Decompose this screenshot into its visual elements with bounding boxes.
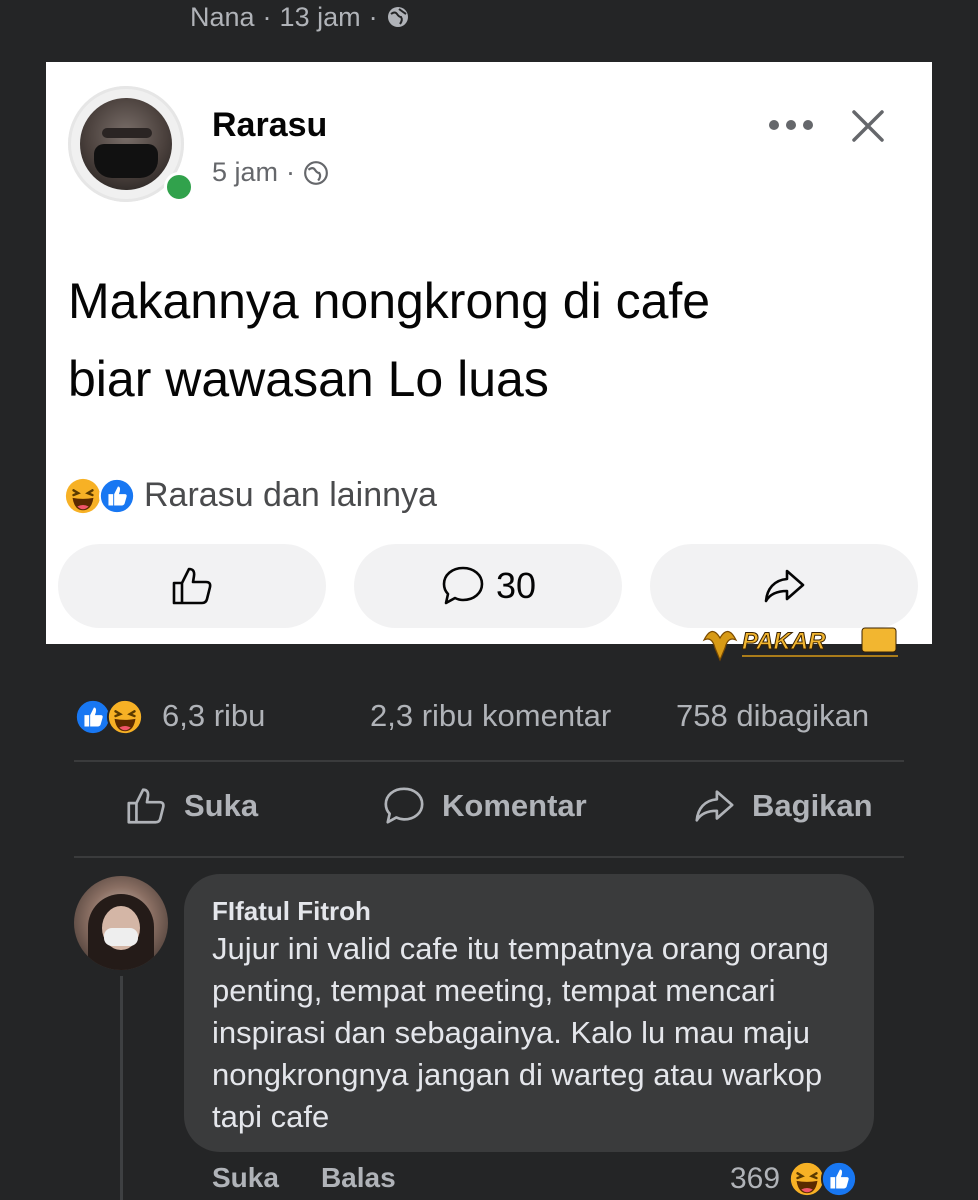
comment-reaction-count: 369 xyxy=(730,1162,781,1195)
shares-count[interactable]: 758 dibagikan xyxy=(676,698,869,734)
reaction-summary[interactable]: Rarasu dan lainnya xyxy=(64,476,437,515)
comment-icon xyxy=(384,787,424,824)
shared-post-meta: 5 jam · xyxy=(212,157,329,188)
shared-comment-button[interactable]: 30 xyxy=(354,544,622,628)
pakar-watermark-logo: PAKAR xyxy=(702,627,898,662)
separator: · xyxy=(262,1,272,32)
shared-like-button[interactable] xyxy=(58,544,326,628)
share-button-label: Bagikan xyxy=(752,788,873,823)
separator: · xyxy=(368,1,378,32)
like-button[interactable]: Suka xyxy=(124,784,258,828)
commenter-avatar[interactable] xyxy=(74,876,168,970)
comment-reactions[interactable]: 369 xyxy=(730,1160,858,1198)
shared-post-time[interactable]: 5 jam xyxy=(212,157,278,188)
comment-text: Jujur ini valid cafe itu tempatnya orang… xyxy=(212,931,829,1134)
post-author[interactable]: Nana xyxy=(190,2,255,33)
shared-post-text-line: Makannya nongkrong di cafe xyxy=(68,273,711,329)
shared-post-text: Makannya nongkrong di cafe biar wawasan … xyxy=(68,262,918,418)
globe-icon xyxy=(304,160,328,185)
haha-icon xyxy=(106,698,144,736)
shared-post-card[interactable]: Rarasu 5 jam · Makannya nongkrong di caf… xyxy=(46,62,932,644)
post-time[interactable]: 13 jam xyxy=(280,2,361,33)
separator: · xyxy=(286,157,296,187)
share-arrow-icon xyxy=(695,790,734,822)
haha-icon xyxy=(65,478,101,513)
online-status-dot xyxy=(164,172,194,202)
reaction-summary-text: Rarasu dan lainnya xyxy=(144,476,437,514)
like-icon xyxy=(821,1160,858,1198)
more-options-icon[interactable] xyxy=(766,110,816,140)
reactions-count[interactable]: 6,3 ribu xyxy=(162,698,265,734)
divider xyxy=(74,856,904,858)
watermark-text: PAKAR xyxy=(742,628,826,655)
comment-button-label: Komentar xyxy=(442,788,587,823)
shared-post-author[interactable]: Rarasu xyxy=(212,106,327,145)
divider xyxy=(74,760,904,762)
like-button-label: Suka xyxy=(184,788,259,823)
share-arrow-icon xyxy=(764,569,805,603)
comment-author[interactable]: FIfatul Fitroh xyxy=(212,896,371,927)
close-icon[interactable] xyxy=(846,104,890,148)
post-header: Nana · 13 jam · xyxy=(190,0,410,34)
comments-count[interactable]: 2,3 ribu komentar xyxy=(370,698,611,734)
comment-actions: Suka Balas xyxy=(212,1162,396,1194)
globe-icon xyxy=(387,7,408,27)
comment-icon xyxy=(442,566,484,605)
comment-like-button[interactable]: Suka xyxy=(212,1162,279,1194)
thumbs-up-icon xyxy=(127,788,165,824)
reaction-icons[interactable] xyxy=(74,698,144,736)
shared-post-text-line: biar wawasan Lo luas xyxy=(68,351,549,407)
shared-comment-count: 30 xyxy=(495,565,537,606)
share-button[interactable]: Bagikan xyxy=(692,784,873,828)
thumbs-up-icon xyxy=(172,567,212,605)
comment-button[interactable]: Komentar xyxy=(382,784,587,828)
post-stats: 6,3 ribu 2,3 ribu komentar 758 dibagikan xyxy=(74,694,904,740)
like-icon xyxy=(98,477,136,514)
shared-share-button[interactable] xyxy=(650,544,918,628)
thread-line xyxy=(120,976,123,1200)
comment-reply-button[interactable]: Balas xyxy=(321,1162,396,1194)
